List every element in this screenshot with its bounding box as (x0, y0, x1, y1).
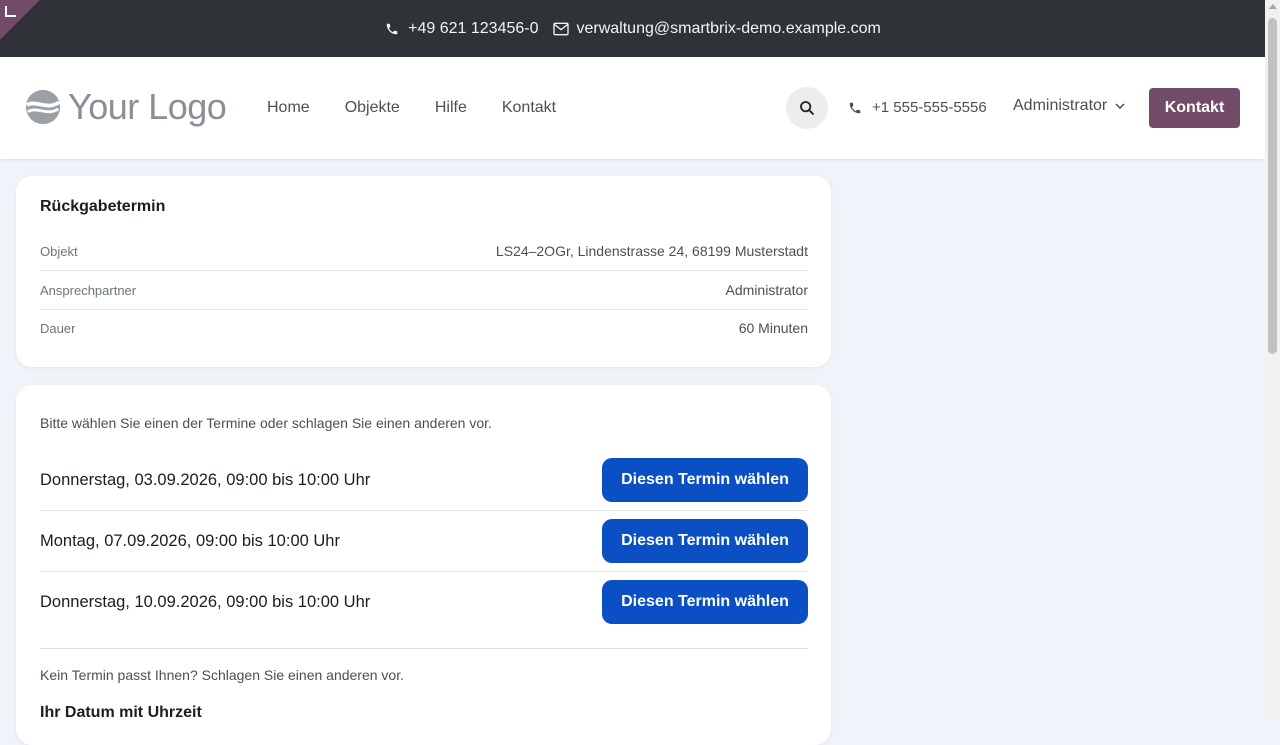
user-menu[interactable]: Administrator (1013, 97, 1125, 115)
nav-item-kontakt[interactable]: Kontakt (493, 95, 565, 121)
detail-value: 60 Minuten (738, 320, 808, 336)
slot-label: Montag, 07.09.2026, 09:00 bis 10:00 Uhr (40, 531, 340, 550)
slot-row: Donnerstag, 10.09.2026, 09:00 bis 10:00 … (40, 572, 808, 632)
divider (40, 648, 808, 649)
slot-row: Montag, 07.09.2026, 09:00 bis 10:00 Uhr … (40, 511, 808, 572)
scroll-up-arrow[interactable] (1269, 4, 1277, 9)
logo[interactable]: Your Logo (24, 86, 227, 127)
user-name: Administrator (1013, 97, 1108, 114)
chevron-down-icon (1115, 103, 1125, 110)
slot-label: Donnerstag, 03.09.2026, 09:00 bis 10:00 … (40, 470, 371, 489)
topbar-email-text: verwaltung@smartbrix-demo.example.com (576, 19, 881, 37)
logo-text: Your Logo (68, 86, 227, 127)
nav-item-objekte[interactable]: Objekte (336, 95, 409, 121)
search-button[interactable] (786, 87, 828, 129)
detail-label: Dauer (40, 320, 76, 336)
detail-row-objekt: Objekt LS24–2OGr, Lindenstrasse 24, 6819… (40, 232, 808, 271)
envelope-icon (552, 21, 569, 37)
logo-icon (25, 89, 61, 125)
topbar-phone[interactable]: +49 621 123456-0 (384, 19, 539, 38)
phone-icon (384, 21, 400, 37)
detail-label: Objekt (40, 243, 78, 259)
topbar-email[interactable]: verwaltung@smartbrix-demo.example.com (552, 19, 881, 38)
contact-button[interactable]: Kontakt (1149, 88, 1240, 128)
card-title: Rückgabetermin (40, 198, 166, 215)
nav-item-hilfe[interactable]: Hilfe (426, 95, 476, 121)
choose-slot-button[interactable]: Diesen Termin wählen (602, 458, 808, 502)
header-phone-text: +1 555-555-5556 (872, 99, 987, 116)
edit-corner-badge[interactable] (0, 0, 40, 40)
choose-slot-button[interactable]: Diesen Termin wählen (602, 580, 808, 624)
propose-text: Kein Termin passt Ihnen? Schlagen Sie ei… (40, 667, 404, 683)
page-scrollbar[interactable] (1265, 0, 1280, 720)
detail-row-dauer: Dauer 60 Minuten (40, 309, 808, 347)
slot-intro-text: Bitte wählen Sie einen der Termine oder … (40, 415, 492, 431)
slot-selection-card: Bitte wählen Sie einen der Termine oder … (16, 385, 831, 745)
phone-icon (849, 102, 861, 113)
detail-row-ansprechpartner: Ansprechpartner Administrator (40, 271, 808, 310)
top-contact-bar: +49 621 123456-0 verwaltung@smartbrix-de… (0, 0, 1265, 57)
topbar-phone-text: +49 621 123456-0 (408, 19, 539, 37)
slot-label: Donnerstag, 10.09.2026, 09:00 bis 10:00 … (40, 592, 371, 611)
appointment-details-card: Rückgabetermin Objekt LS24–2OGr, Lindens… (16, 176, 831, 367)
nav-item-home[interactable]: Home (258, 95, 319, 121)
date-time-label: Ihr Datum mit Uhrzeit (40, 704, 202, 721)
detail-value: Administrator (725, 282, 808, 298)
site-header: Your Logo Home Objekte Hilfe Kontakt +1 … (0, 57, 1265, 159)
search-icon (800, 101, 814, 115)
detail-label: Ansprechpartner (40, 282, 137, 298)
choose-slot-button[interactable]: Diesen Termin wählen (602, 519, 808, 563)
main-nav: Home Objekte Hilfe Kontakt (258, 95, 582, 121)
slot-row: Donnerstag, 03.09.2026, 09:00 bis 10:00 … (40, 450, 808, 511)
edit-corner-icon (5, 6, 16, 17)
header-phone[interactable]: +1 555-555-5556 (848, 99, 987, 116)
detail-value: LS24–2OGr, Lindenstrasse 24, 68199 Muste… (495, 243, 808, 259)
scroll-thumb[interactable] (1268, 18, 1277, 354)
